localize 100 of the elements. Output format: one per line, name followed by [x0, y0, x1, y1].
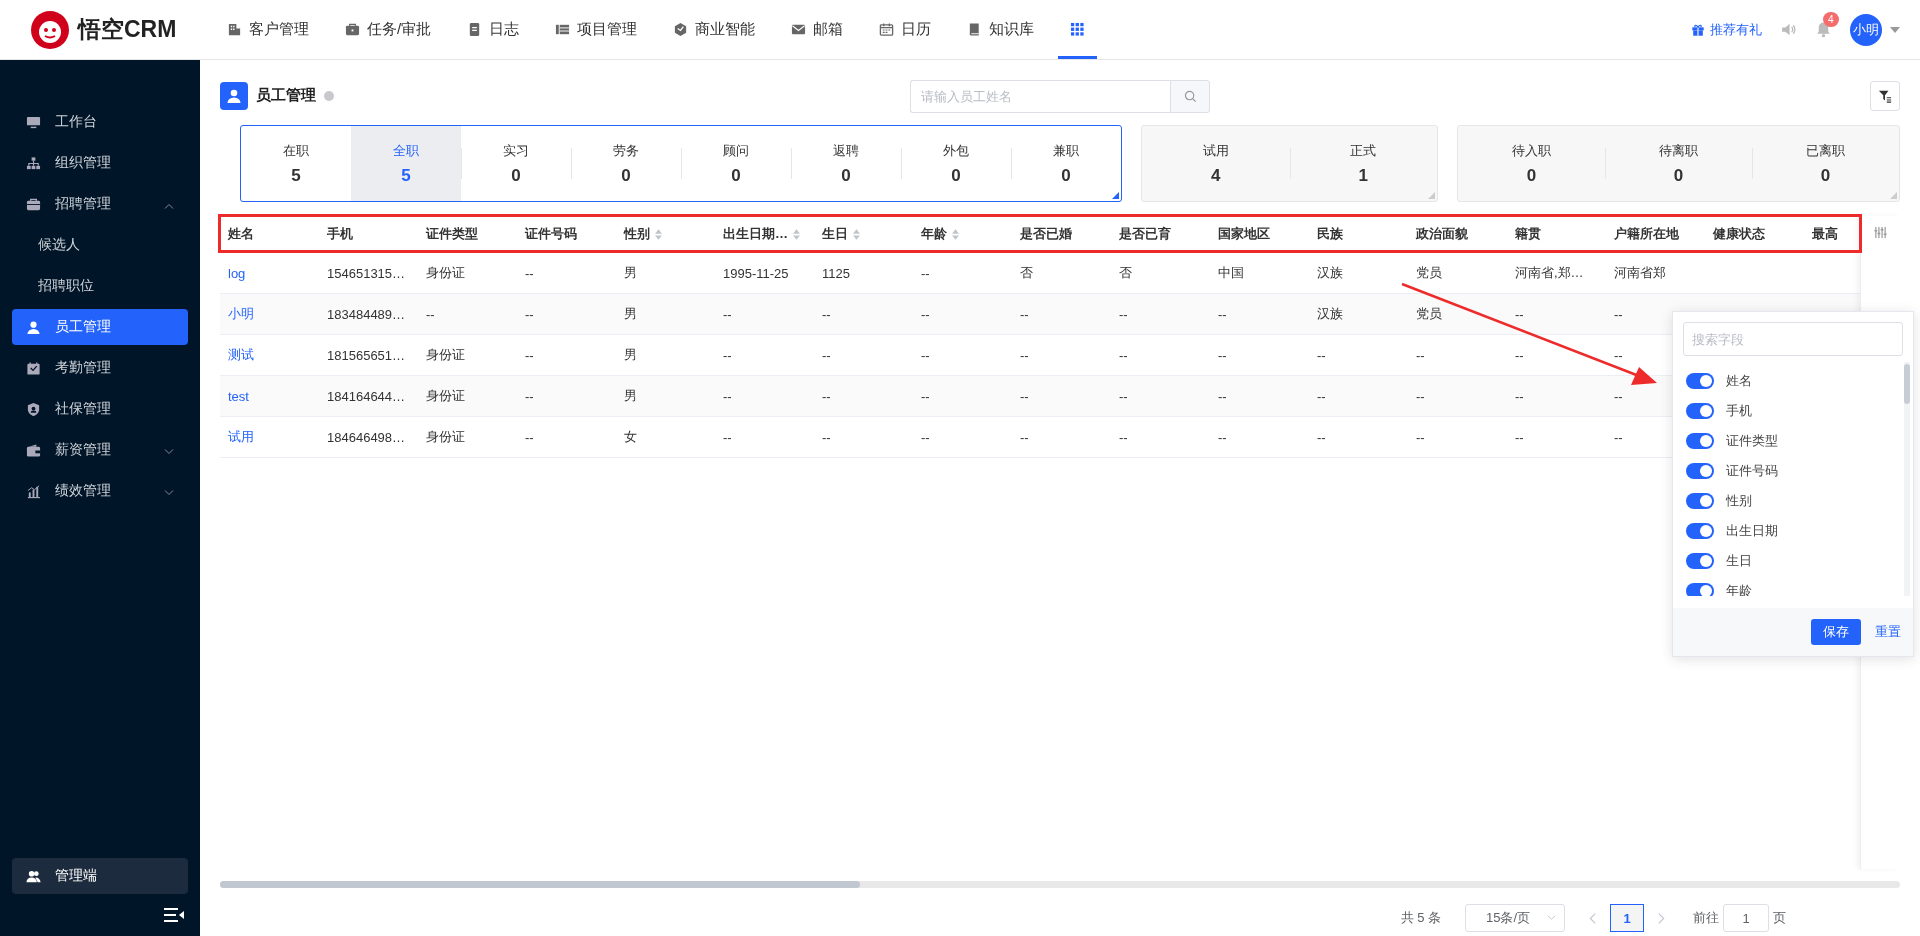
stat-tab[interactable]: 返聘 0: [791, 126, 901, 201]
table-cell: 河南省,郑…: [1515, 264, 1584, 282]
toggle-switch[interactable]: [1686, 523, 1714, 539]
field-search-input[interactable]: 搜索字段: [1683, 322, 1903, 356]
sidebar-item[interactable]: 薪资管理: [12, 432, 188, 468]
column-header: 最高: [1811, 225, 1839, 243]
table-cell: 183484489…: [327, 306, 406, 322]
toggle-switch[interactable]: [1686, 373, 1714, 389]
sidebar-item[interactable]: 工作台: [12, 104, 188, 140]
table-cell: --: [1317, 388, 1326, 404]
employee-name-link[interactable]: 测试: [228, 346, 254, 364]
page-number[interactable]: 1: [1610, 904, 1644, 932]
toggle-switch[interactable]: [1686, 583, 1714, 596]
sidebar-item[interactable]: 组织管理: [12, 145, 188, 181]
column-header: 政治面貌: [1415, 225, 1469, 243]
users-icon: [26, 868, 41, 884]
employee-search-field[interactable]: 请输入员工姓名: [910, 80, 1170, 113]
stat-tab[interactable]: 全职 5: [351, 126, 461, 201]
caret-icon[interactable]: [1890, 26, 1900, 33]
employee-name-link[interactable]: log: [228, 265, 246, 281]
bar-chart-icon: [26, 483, 41, 499]
toggle-switch[interactable]: [1686, 493, 1714, 509]
stat-tab[interactable]: 外包 0: [901, 126, 1011, 201]
column-header[interactable]: 性别: [616, 225, 715, 243]
nav-tab[interactable]: 商业智能: [661, 0, 768, 59]
stat-tab[interactable]: 已离职 0: [1752, 126, 1899, 201]
page-size-select[interactable]: 15条/页: [1465, 904, 1565, 932]
employee-name-link[interactable]: 试用: [228, 428, 254, 446]
sidebar-item[interactable]: 员工管理: [12, 309, 188, 345]
promo-link[interactable]: 推荐有礼: [1691, 20, 1762, 39]
column-header[interactable]: 年龄: [913, 225, 1012, 243]
horizontal-scrollbar[interactable]: [220, 881, 1900, 888]
column-header: 证件号码: [523, 225, 578, 243]
nav-tab[interactable]: 日志: [455, 0, 532, 59]
stat-tab[interactable]: 待离职 0: [1605, 126, 1752, 201]
corner-triangle-icon: [1890, 192, 1897, 199]
stat-tab[interactable]: 待入职 0: [1458, 126, 1605, 201]
column-header: 民族: [1316, 225, 1344, 243]
stat-tab[interactable]: 兼职 0: [1011, 126, 1121, 201]
bell-icon[interactable]: [1815, 21, 1832, 38]
cube-icon: [673, 22, 689, 37]
table-cell: --: [1416, 388, 1425, 404]
collapse-menu-icon[interactable]: [164, 908, 184, 922]
envelope-icon: [791, 22, 807, 37]
toggle-switch[interactable]: [1686, 403, 1714, 419]
sidebar-item[interactable]: 绩效管理: [12, 473, 188, 509]
toggle-switch[interactable]: [1686, 463, 1714, 479]
stat-tab[interactable]: 在职 5: [241, 126, 351, 201]
table-cell: 181565651…: [327, 347, 406, 363]
sidebar-item[interactable]: 社保管理: [12, 391, 188, 427]
column-header: 是否已育: [1118, 225, 1172, 243]
stat-tab[interactable]: 劳务 0: [571, 126, 681, 201]
field-label: 年龄: [1726, 582, 1752, 596]
sort-icon: [655, 228, 662, 240]
goto-page-input[interactable]: 1: [1723, 904, 1769, 932]
field-label: 出生日期: [1726, 522, 1778, 540]
sidebar-item[interactable]: 考勤管理: [12, 350, 188, 386]
filter-button[interactable]: [1870, 80, 1900, 111]
stat-tab[interactable]: 实习 0: [461, 126, 571, 201]
nav-tab[interactable]: 任务/审批: [333, 0, 444, 59]
table-cell: --: [525, 265, 534, 281]
employee-name-link[interactable]: test: [228, 388, 249, 404]
toggle-switch[interactable]: [1686, 553, 1714, 569]
sidebar-subitem[interactable]: 招聘职位: [12, 268, 188, 304]
stat-tab[interactable]: 正式 1: [1289, 126, 1437, 201]
status-dot: [324, 90, 334, 101]
nav-tab[interactable]: 日历: [867, 0, 944, 59]
table-cell: --: [1119, 388, 1128, 404]
reset-link[interactable]: 重置: [1875, 623, 1901, 641]
employee-name-link[interactable]: 小明: [228, 305, 254, 323]
save-button[interactable]: 保存: [1811, 619, 1861, 645]
user-avatar[interactable]: 小明: [1850, 13, 1882, 46]
toggle-switch[interactable]: [1686, 433, 1714, 449]
logo-icon: [30, 9, 70, 50]
table-cell: 女: [624, 428, 637, 446]
nav-tab[interactable]: 知识库: [955, 0, 1047, 59]
nav-tab[interactable]: 邮箱: [779, 0, 856, 59]
field-label: 手机: [1726, 402, 1752, 420]
table-cell: --: [1614, 388, 1623, 404]
column-header[interactable]: 生日: [814, 225, 913, 243]
stat-tab[interactable]: 试用 4: [1142, 126, 1290, 201]
table-cell: 中国: [1218, 264, 1244, 282]
table-cell: 身份证: [426, 264, 465, 282]
nav-tab[interactable]: 项目管理: [543, 0, 650, 59]
admin-button[interactable]: 管理端: [12, 858, 188, 894]
column-settings-icon[interactable]: [1874, 226, 1887, 239]
table-cell: 1995-11-25: [723, 265, 789, 281]
table-cell: 否: [1119, 264, 1132, 282]
gift-icon: [1691, 22, 1705, 37]
stat-tab[interactable]: 顾问 0: [681, 126, 791, 201]
table-cell: --: [525, 429, 534, 445]
sidebar-item[interactable]: 招聘管理: [12, 186, 188, 222]
table-cell: --: [525, 347, 534, 363]
table-cell: --: [1515, 429, 1524, 445]
nav-tab[interactable]: 客户管理: [215, 0, 321, 59]
column-header[interactable]: 出生日期…: [715, 225, 814, 243]
sidebar-subitem[interactable]: 候选人: [12, 227, 188, 263]
table-cell: --: [822, 388, 831, 404]
monitor-icon: [26, 114, 41, 130]
table-cell: --: [822, 347, 831, 363]
